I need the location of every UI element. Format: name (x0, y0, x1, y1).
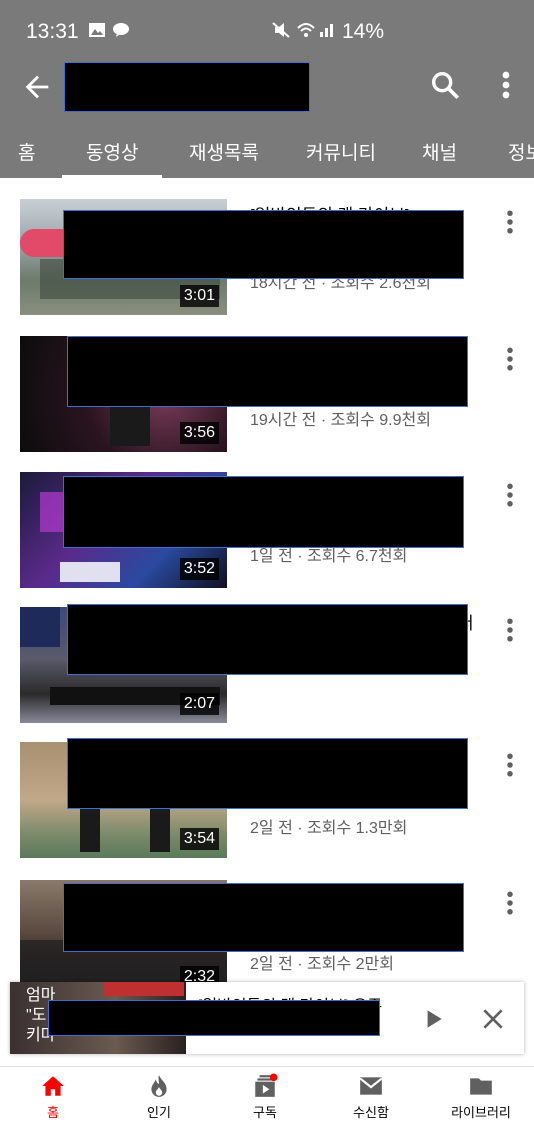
more-vert-icon[interactable] (500, 615, 520, 645)
video-item[interactable]: 3:54 ) 2일 전 · 조회수 1.3만회 (0, 738, 534, 867)
more-vert-icon[interactable] (500, 888, 520, 918)
nav-inbox[interactable]: 수신함 (318, 1073, 424, 1121)
app-bar (0, 54, 534, 120)
play-icon[interactable] (420, 1006, 446, 1032)
video-duration: 3:56 (179, 422, 219, 444)
video-item[interactable]: 3:52 1일 전 · 조회수 6.7천회 (0, 472, 534, 597)
gallery-icon (89, 23, 105, 37)
more-vert-icon[interactable] (500, 480, 520, 510)
tab-about[interactable]: 정보 (508, 138, 534, 165)
tab-community[interactable]: 커뮤니티 (306, 138, 376, 165)
redacted-title (63, 210, 464, 279)
status-time: 13:31 (26, 20, 79, 43)
channel-tabs: 홈 동영상 재생목록 커뮤니티 채널 정보 (0, 120, 534, 178)
tab-videos[interactable]: 동영상 (86, 138, 138, 165)
active-tab-indicator (62, 175, 162, 178)
video-meta: 2일 전 · 조회수 1.3만회 (250, 820, 408, 837)
nav-trending[interactable]: 인기 (106, 1073, 212, 1121)
tab-home[interactable]: 홈 (18, 138, 35, 165)
talk-icon (113, 23, 129, 37)
video-duration: 3:54 (179, 828, 219, 850)
nav-label: 라이브러리 (451, 1105, 511, 1120)
mute-icon (272, 22, 290, 38)
bottom-nav: 홈 인기 구독 수신함 라이브러리 (0, 1066, 534, 1128)
redacted-title (48, 1000, 380, 1036)
home-icon (42, 1076, 64, 1096)
fire-icon (151, 1075, 167, 1097)
video-meta: 19시간 전 · 조회수 9.9천회 (250, 412, 431, 429)
channel-title-redacted (64, 62, 310, 112)
nav-home[interactable]: 홈 (0, 1073, 106, 1121)
mail-icon (359, 1077, 383, 1095)
nav-subscriptions[interactable]: 구독 (212, 1073, 318, 1121)
more-vert-icon[interactable] (500, 207, 520, 237)
nav-label: 홈 (47, 1105, 59, 1120)
redacted-title (67, 738, 468, 809)
more-vert-icon[interactable] (496, 68, 516, 102)
subscriptions-icon (255, 1073, 278, 1097)
redacted-title (67, 336, 468, 407)
more-vert-icon[interactable] (500, 750, 520, 780)
tab-playlists[interactable]: 재생목록 (189, 138, 259, 165)
video-duration: 3:52 (179, 558, 219, 580)
status-bar: 13:31 14% (0, 0, 534, 54)
video-item[interactable]: 3:56 19시간 전 · 조회수 9.9천회 (0, 336, 534, 461)
more-vert-icon[interactable] (500, 344, 520, 374)
library-icon (470, 1078, 492, 1095)
wifi-signal-icon (297, 23, 333, 37)
redacted-title (67, 604, 468, 675)
search-icon[interactable] (428, 68, 462, 102)
nav-label: 수신함 (353, 1105, 389, 1120)
video-item[interactable]: 3:01 [일반인들의 랜 라이브] 18시간 전 · 조회수 2.6천회 (0, 199, 534, 324)
arrow-back-icon[interactable] (20, 70, 54, 104)
nav-label: 구독 (253, 1105, 277, 1120)
redacted-title (63, 883, 464, 952)
video-meta: 2일 전 · 조회수 2만회 (250, 956, 394, 973)
video-item[interactable]: 2:07 퍼 (0, 604, 534, 732)
nav-library[interactable]: 라이브러리 (428, 1073, 534, 1121)
video-duration: 3:01 (179, 285, 219, 307)
close-icon[interactable] (480, 1006, 506, 1032)
battery-level: 14% (342, 20, 385, 43)
nav-label: 인기 (147, 1105, 171, 1120)
tab-channels[interactable]: 채널 (422, 138, 457, 165)
video-duration: 2:07 (179, 693, 219, 715)
mini-player[interactable]: 엄마 "도 키마 [일반인들의 랜 라이브] 우주 (10, 982, 524, 1054)
redacted-title (63, 476, 464, 548)
